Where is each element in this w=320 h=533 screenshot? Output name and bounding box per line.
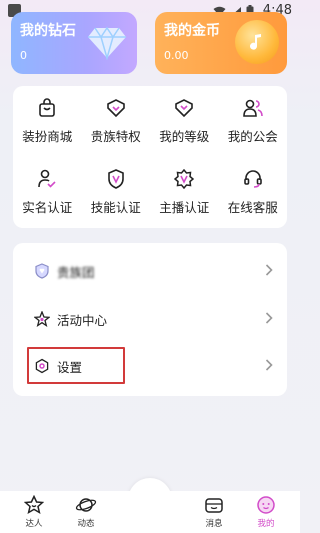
grid-item-anchor-verify[interactable]: 主播认证 [150,157,219,228]
diamond-card-title: 我的钻石 [20,23,76,39]
star-face-icon [24,495,44,515]
nav-tab-feed[interactable]: 动态 [62,491,110,533]
grid-item-realname-verify[interactable]: 实名认证 [13,157,82,228]
grid-item-my-level[interactable]: 我的等级 [150,86,219,157]
grid-item-my-guild[interactable]: 我的公会 [219,86,288,157]
grid-item-skill-verify[interactable]: 技能认证 [82,157,151,228]
grid-label: 我的等级 [159,129,210,144]
nav-label: 动态 [77,519,95,529]
menu-list-panel: 贵族团 活动中心 设置 [13,243,287,396]
grid-label: 主播认证 [159,200,210,215]
user-verify-icon [38,169,56,188]
people-icon [242,99,263,117]
list-item-label: 贵族团 [57,264,95,280]
heart-level-icon [175,99,194,118]
list-item-activity-center[interactable]: 活动中心 [13,295,287,343]
chevron-right-icon [265,359,273,371]
nav-label: 消息 [205,519,223,529]
grid-item-online-service[interactable]: 在线客服 [219,157,288,228]
grid-item-dress-mall[interactable]: 装扮商城 [13,86,82,157]
gold-card-title: 我的金币 [164,23,220,39]
grid-item-noble-privilege[interactable]: 贵族特权 [82,86,151,157]
heart-shield-icon [33,262,51,280]
bottom-nav: 达人 动态 消息 我的 [0,491,300,533]
chevron-right-icon [265,312,273,324]
grid-label: 实名认证 [22,200,73,215]
list-item-noble-group[interactable]: 贵族团 [13,247,287,295]
features-grid-panel: 装扮商城 贵族特权 我的等级 我的公会 实名认证 技能认证 主播认证 在线客服 [13,86,287,228]
diamond-icon [88,26,126,60]
shield-v-icon [107,169,124,189]
nav-label: 达人 [25,519,43,529]
headset-icon [243,170,262,188]
nav-tab-mine[interactable]: 我的 [242,491,290,533]
nav-tab-talent[interactable]: 达人 [10,491,58,533]
nav-tab-messages[interactable]: 消息 [190,491,238,533]
diamond-balance: 0 [20,49,27,62]
diamond-wallet-card[interactable]: 我的钻石 0 [11,12,137,74]
chevron-right-icon [265,264,273,276]
crown-heart-icon [106,99,125,118]
grid-label: 装扮商城 [22,129,73,144]
star-icon [33,310,51,328]
planet-icon [75,498,97,512]
settings-highlight-box [27,347,125,384]
gold-coin-icon [235,20,279,64]
grid-label: 技能认证 [90,200,141,215]
profile-face-icon [257,496,275,514]
gold-wallet-card[interactable]: 我的金币 0.00 [155,12,287,74]
grid-label: 在线客服 [227,200,278,215]
grid-label: 贵族特权 [90,129,141,144]
list-item-label: 活动中心 [57,312,108,328]
shopping-bag-icon [39,98,56,117]
gold-balance: 0.00 [164,49,189,62]
grid-label: 我的公会 [227,129,278,144]
nav-label: 我的 [257,519,275,529]
message-box-icon [205,498,223,513]
star-badge-icon [174,169,195,189]
